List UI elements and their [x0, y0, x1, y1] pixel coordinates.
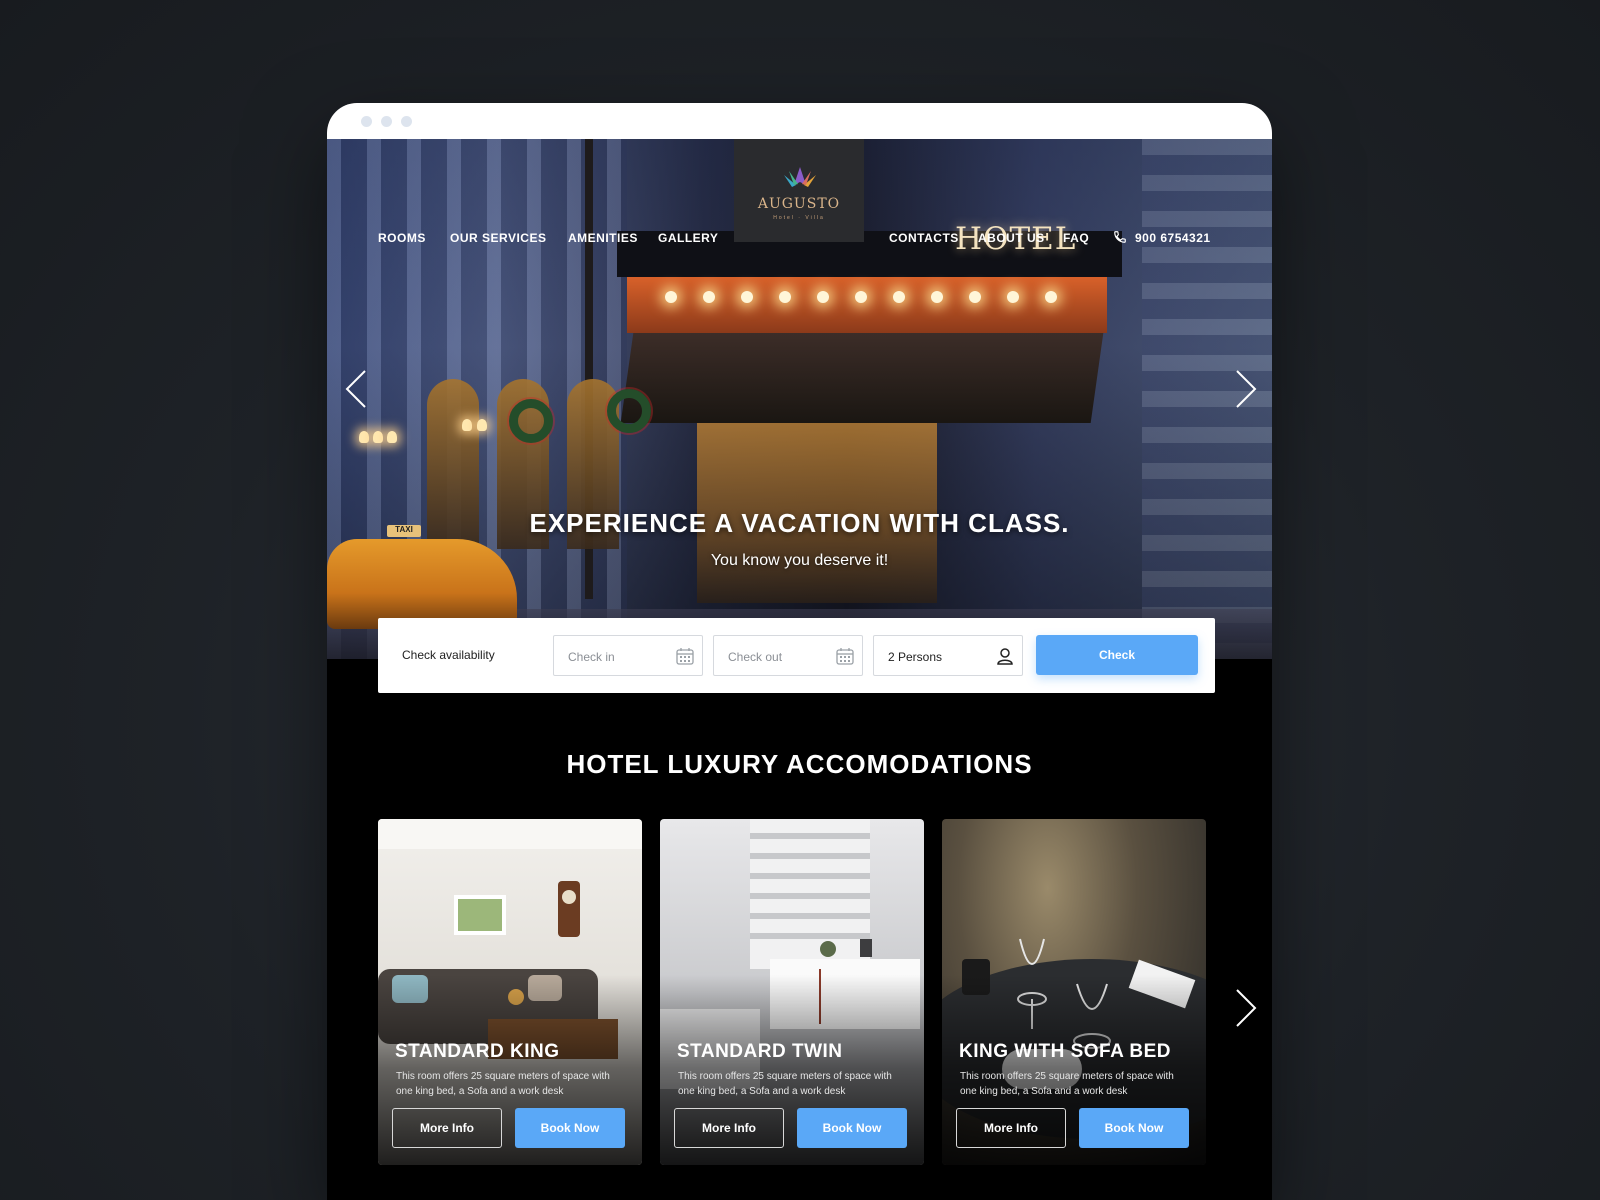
wreath-decoration	[509, 399, 553, 443]
nav-our-services[interactable]: OUR SERVICES	[450, 231, 546, 245]
light-bulb	[779, 291, 791, 303]
check-out-placeholder: Check out	[728, 650, 783, 664]
room-description: This room offers 25 square meters of spa…	[678, 1071, 892, 1097]
light-bulb	[893, 291, 905, 303]
light-bulb	[741, 291, 753, 303]
window-dot-icon	[381, 116, 392, 127]
rooms-next-arrow-icon[interactable]	[1231, 986, 1261, 1030]
more-info-button[interactable]: More Info	[956, 1108, 1066, 1148]
nav-gallery[interactable]: GALLERY	[658, 231, 718, 245]
room-description: This room offers 25 square meters of spa…	[396, 1071, 610, 1097]
more-info-button[interactable]: More Info	[674, 1108, 784, 1148]
hero-title: EXPERIENCE A VACATION WITH CLASS.	[529, 508, 1070, 538]
hero-subtitle: You know you deserve it!	[710, 552, 889, 569]
light-bulb	[931, 291, 943, 303]
window-dot-icon	[401, 116, 412, 127]
check-button[interactable]: Check	[1036, 635, 1198, 675]
street-lamp	[359, 431, 369, 443]
room-description: This room offers 25 square meters of spa…	[960, 1071, 1174, 1097]
logo-subtitle: Hotel · Villa	[773, 215, 825, 221]
light-bulb	[969, 291, 981, 303]
light-bulb	[703, 291, 715, 303]
hero-prev-arrow-icon[interactable]	[341, 367, 371, 411]
check-out-field[interactable]: Check out	[713, 635, 863, 676]
check-in-field[interactable]: Check in	[553, 635, 703, 676]
availability-bar: Check availability Check in Check out 2	[378, 618, 1215, 693]
hero-banner: HOTEL TAXI ROOMS OUR SERVICES AMENITIES …	[327, 139, 1272, 659]
check-in-placeholder: Check in	[568, 650, 615, 664]
street-lamp	[373, 431, 383, 443]
calendar-icon[interactable]	[836, 647, 854, 665]
nav-faq[interactable]: FAQ	[1063, 231, 1089, 245]
nav-rooms[interactable]: ROOMS	[378, 231, 426, 245]
nav-amenities[interactable]: AMENITIES	[568, 231, 638, 245]
section-title: HOTEL LUXURY ACCOMODATIONS	[566, 749, 1033, 779]
persons-field[interactable]: 2 Persons	[873, 635, 1023, 676]
hotel-logo[interactable]: AUGUSTO Hotel · Villa	[734, 139, 864, 242]
book-now-button[interactable]: Book Now	[515, 1108, 625, 1148]
persons-value: 2 Persons	[888, 650, 943, 664]
browser-chrome	[327, 103, 1272, 139]
book-now-button[interactable]: Book Now	[797, 1108, 907, 1148]
wreath-decoration	[607, 389, 651, 433]
nav-about-us[interactable]: ABOUT US	[978, 231, 1045, 245]
canopy-lights	[627, 277, 1107, 333]
window-dot-icon	[361, 116, 372, 127]
canopy-underside	[620, 333, 1104, 423]
browser-window: HOTEL TAXI ROOMS OUR SERVICES AMENITIES …	[327, 103, 1272, 1200]
availability-label: Check availability	[402, 648, 495, 662]
light-bulb	[665, 291, 677, 303]
light-bulb	[817, 291, 829, 303]
room-card-standard-twin: STANDARD TWIN This room offers 25 square…	[660, 819, 924, 1165]
phone-icon	[1114, 231, 1126, 243]
hero-next-arrow-icon[interactable]	[1231, 367, 1261, 411]
room-card-standard-king: STANDARD KING This room offers 25 square…	[378, 819, 642, 1165]
book-now-button[interactable]: Book Now	[1079, 1108, 1189, 1148]
room-card-king-with-sofa-bed: KING WITH SOFA BED This room offers 25 s…	[942, 819, 1206, 1165]
more-info-button[interactable]: More Info	[392, 1108, 502, 1148]
room-title: KING WITH SOFA BED	[959, 1041, 1172, 1062]
room-title: STANDARD TWIN	[677, 1041, 843, 1062]
calendar-icon[interactable]	[676, 647, 694, 665]
lotus-logo-icon	[784, 167, 816, 187]
logo-name: AUGUSTO	[757, 196, 841, 212]
nav-phone-number[interactable]: 900 6754321	[1135, 231, 1211, 245]
street-lamp	[477, 419, 487, 431]
light-bulb	[1007, 291, 1019, 303]
person-icon	[997, 648, 1013, 665]
light-bulb	[855, 291, 867, 303]
room-title: STANDARD KING	[395, 1041, 560, 1062]
street-lamp	[462, 419, 472, 431]
street-lamp	[387, 431, 397, 443]
light-bulb	[1045, 291, 1057, 303]
nav-contacts[interactable]: CONTACTS	[889, 231, 959, 245]
